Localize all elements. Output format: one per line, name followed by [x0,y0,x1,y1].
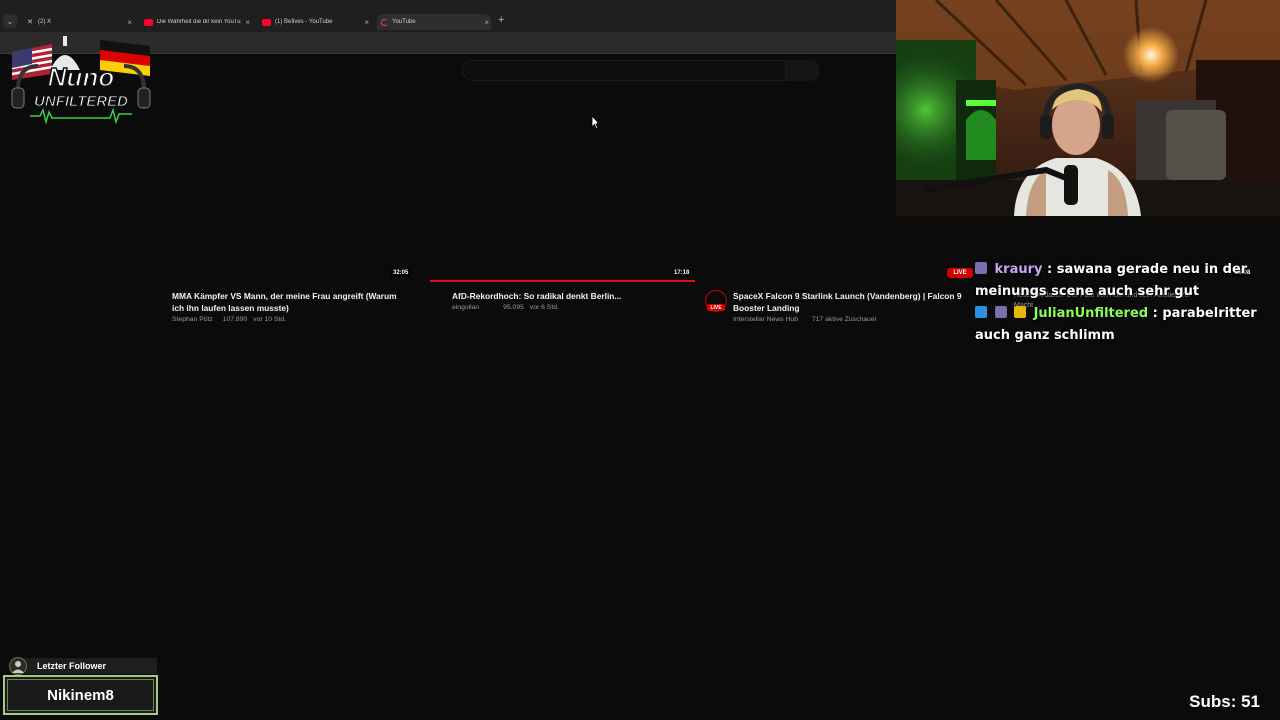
logo-text-nuno: Nuno [48,62,115,92]
subscriber-count: Subs: 51 [1189,692,1260,711]
tab-wahrheit[interactable]: Die Wahrheit die dir kein YouTu × [140,14,252,30]
video-duration: 17:18 [672,269,692,277]
x-icon: ✕ [27,19,33,26]
view-count: 95.095 [503,304,524,311]
tab-beilves[interactable]: (1) BeIlves - YouTube × [258,14,371,30]
tab-youtube[interactable]: YouTube × [377,14,491,30]
follower-header-label: Letzter Follower [37,661,107,671]
youtube-search-button[interactable] [786,60,820,81]
chat-username: kraury [994,262,1043,277]
upload-age: vor 6 Std. [529,304,559,311]
video-meta: Interstellar News Hub 717 aktive Zuschau… [733,316,877,323]
subscriber-badge-icon [975,262,987,274]
user-avatar-icon [9,657,27,675]
channel-name[interactable]: Stephan Pütz [172,316,213,323]
follower-name-box: Nikinem8 [3,675,158,715]
logo-text-unfiltered: UNFILTERED [34,93,128,110]
loading-icon [381,18,388,26]
video-title[interactable]: SpaceX Falcon 9 Starlink Launch (Vandenb… [733,290,973,314]
video-meta: Stephan Pütz 107.890 vor 10 Std. [172,316,286,323]
chat-message: JulianUnfiltered : parabelritter auch ga… [975,303,1270,347]
tab-title: YouTube [392,19,416,25]
close-icon[interactable]: × [484,18,489,27]
view-count: 107.890 [222,316,248,323]
youtube-icon [144,18,153,26]
chat-overlay: kraury : sawana gerade neu in der meinun… [975,259,1270,347]
last-follower-widget: Letzter Follower Nikinem8 [3,657,158,715]
tab-x[interactable]: ✕ (2) X × [22,14,134,30]
video-title[interactable]: AfD-Rekordhoch: So radikal denkt Berlin.… [452,290,692,302]
close-icon[interactable]: × [127,18,132,27]
upload-age: vor 10 Std. [253,316,287,323]
close-icon[interactable]: × [245,18,250,27]
youtube-icon [262,18,271,26]
chat-message: kraury : sawana gerade neu in der meinun… [975,259,1270,303]
close-icon[interactable]: × [364,18,369,27]
tab-title: Die Wahrheit die dir kein YouTu [157,19,241,25]
viewer-count: 717 aktive Zuschauer [811,316,877,323]
youtube-search-input[interactable] [462,60,786,81]
video-duration: 32:05 [391,269,411,277]
chat-username: JulianUnfiltered [1033,306,1149,321]
live-badge: LIVE [707,304,725,311]
live-badge: LIVE [947,268,973,278]
tab-search-button[interactable]: ⌄ [3,14,17,28]
tab-title: (1) BeIlves - YouTube [275,19,333,25]
video-title[interactable]: MMA Kämpfer VS Mann, der meine Frau angr… [172,290,412,314]
broadcaster-badge-icon [1014,306,1027,318]
webcam-feed [896,0,1280,216]
channel-logo: Nuno UNFILTERED [10,30,152,125]
watch-progress-bar [430,280,695,282]
subscriber-badge-icon [994,306,1007,318]
new-tab-button[interactable]: + [498,14,504,26]
video-meta: eingollan 95.095 vor 6 Std. [452,304,559,311]
browser-tab-strip: ⌄ ✕ (2) X × Die Wahrheit die dir kein Yo… [0,0,896,32]
channel-name[interactable]: Interstellar News Hub [733,316,798,323]
tab-title: (2) X [38,19,52,25]
channel-name[interactable]: eingollan [452,304,479,311]
follower-name: Nikinem8 [47,686,114,704]
prime-badge-icon [975,306,987,318]
